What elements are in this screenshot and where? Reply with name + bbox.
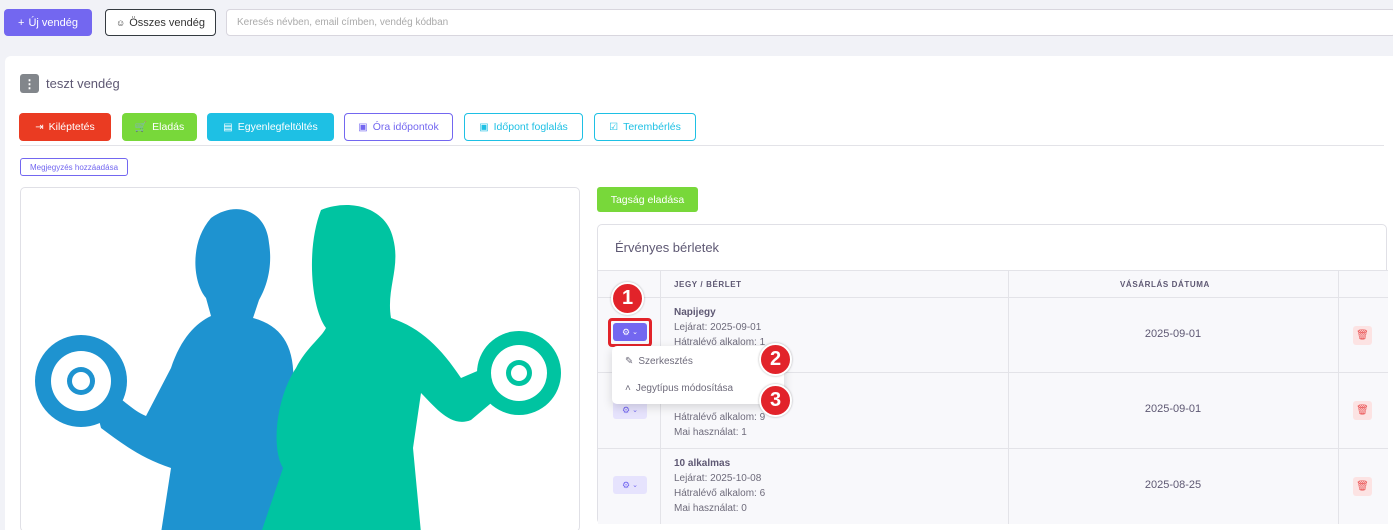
ticket-cell: 10 alkalmas Lejárat: 2025-10-08 Hátralév… [674,456,765,516]
ticket-expiry: Lejárat: 2025-10-08 [674,473,762,484]
gear-icon: ⚙ [622,404,631,415]
all-guests-label: Összes vendég [129,16,206,29]
class-times-button[interactable]: ▣ Óra időpontok [344,113,453,141]
row-actions-dropdown: ✎ Szerkesztés ˄ Jegytípus módosítása [612,346,784,404]
edit-label: Szerkesztés [638,356,693,367]
purchase-date: 2025-08-25 [1144,479,1202,491]
ticket-today-usage: Mai használat: 1 [674,427,747,438]
valid-passes-title: Érvényes bérletek [615,240,720,255]
search-input[interactable] [226,9,1393,36]
guest-card: ⋮ teszt vendég ⇥ Kiléptetés 🛒 Eladás ▤ E… [5,56,1393,530]
calendar-icon: ▣ [358,121,368,133]
room-rental-label: Terembérlés [623,121,681,133]
trash-icon[interactable]: 🗑 [1353,401,1372,420]
exit-icon: ⇥ [35,121,44,133]
annotation-badge-2: 2 [759,343,792,376]
guest-header: ⋮ teszt vendég [20,74,120,93]
sale-label: Eladás [152,121,185,133]
sell-membership-button[interactable]: Tagság eladása [597,187,698,212]
ticket-remaining: Hátralévő alkalom: 9 [674,412,766,423]
chevron-down-icon: ⌄ [632,482,638,489]
more-vertical-icon[interactable]: ⋮ [20,74,39,93]
sale-button[interactable]: 🛒 Eladás [122,113,197,141]
ticket-remaining: Hátralévő alkalom: 6 [674,488,766,499]
change-ticket-type-label: Jegytípus módosítása [635,383,734,394]
cart-icon: 🛒 [134,121,148,133]
trash-icon[interactable]: 🗑 [1353,477,1372,496]
annotation-badge-1: 1 [611,282,644,315]
ticket-name: Napijegy [674,307,716,318]
credit-card-icon: ▤ [223,121,233,133]
topup-label: Egyenlegfeltöltés [237,121,318,133]
purchase-date: 2025-09-01 [1144,328,1202,340]
users-icon: ☺ [115,17,126,28]
column-ticket: JEGY / BÉRLET [674,280,742,289]
trash-icon[interactable]: 🗑 [1353,326,1372,345]
new-guest-label: Új vendég [28,16,78,29]
edit-menu-item[interactable]: ✎ Szerkesztés [625,356,693,367]
ticket-today-usage: Mai használat: 0 [674,503,747,514]
purchase-date: 2025-09-01 [1144,403,1202,415]
checkout-label: Kiléptetés [48,121,95,133]
guest-name: teszt vendég [46,76,120,91]
topbar: + Új vendég ☺ Összes vendég [0,0,1393,48]
book-slot-label: Időpont foglalás [493,121,568,133]
plus-icon: + [18,16,25,29]
topup-button[interactable]: ▤ Egyenlegfeltöltés [207,113,334,141]
all-guests-button[interactable]: ☺ Összes vendég [105,9,216,36]
ticket-expiry: Lejárat: 2025-09-01 [674,322,762,333]
column-divider [1338,270,1339,524]
gear-icon: ⚙ [622,326,631,337]
ticket-name: 10 alkalmas [674,458,731,469]
column-purchase-date: VÁSÁRLÁS DÁTUMA [1120,280,1210,289]
table-row: ⚙ ⌄ 10 alkalmas Lejárat: 2025-10-08 Hátr… [598,448,1388,524]
class-times-label: Óra időpontok [372,121,439,133]
ticket-cell: Hátralévő alkalom: 9 Mai használat: 1 [674,410,765,440]
divider [20,145,1384,146]
chevron-down-icon: ⌄ [632,407,638,414]
chevron-down-icon: ⌄ [632,329,638,336]
column-divider [1008,270,1009,524]
table-header: JEGY / BÉRLET VÁSÁRLÁS DÁTUMA [598,270,1388,297]
calendar-plus-icon: ▣ [479,121,489,133]
pencil-icon: ✎ [625,356,634,367]
book-slot-button[interactable]: ▣ Időpont foglalás [464,113,583,141]
checkout-button[interactable]: ⇥ Kiléptetés [19,113,111,141]
new-guest-button[interactable]: + Új vendég [4,9,92,36]
chevrons-up-icon: ˄ [625,383,631,394]
row-actions-button[interactable]: ⚙ ⌄ [613,323,647,341]
ticket-cell: Napijegy Lejárat: 2025-09-01 Hátralévő a… [674,305,765,350]
row-actions-button[interactable]: ⚙ ⌄ [613,476,647,494]
add-note-button[interactable]: Megjegyzés hozzáadása [20,158,128,176]
clipboard-check-icon: ☑ [609,121,619,133]
annotation-badge-3: 3 [759,384,792,417]
gear-icon: ⚙ [622,479,631,490]
fitness-couple-illustration [35,205,561,530]
guest-image [20,187,580,530]
change-ticket-type-menu-item[interactable]: ˄ Jegytípus módosítása [625,383,733,394]
room-rental-button[interactable]: ☑ Terembérlés [594,113,696,141]
